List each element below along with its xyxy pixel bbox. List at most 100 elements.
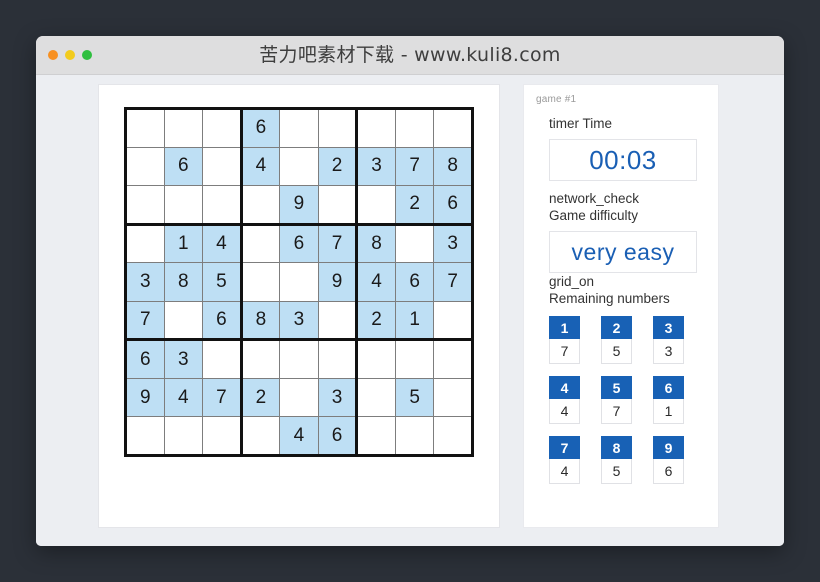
sudoku-cell-filled[interactable]: 7 — [433, 262, 473, 302]
sudoku-cell-filled[interactable]: 6 — [163, 146, 204, 187]
remaining-number-item[interactable]: 61 — [653, 376, 684, 424]
sudoku-cell-empty[interactable] — [163, 300, 204, 342]
sudoku-cell-empty[interactable] — [279, 262, 319, 302]
sudoku-cell-empty[interactable] — [240, 416, 281, 456]
sudoku-cell-filled[interactable]: 3 — [356, 146, 396, 187]
sudoku-cell-filled[interactable]: 3 — [163, 339, 204, 379]
sudoku-cell-empty[interactable] — [202, 339, 243, 379]
sudoku-cell-filled[interactable]: 4 — [279, 416, 319, 456]
sudoku-cell-filled[interactable]: 8 — [240, 300, 281, 342]
remaining-number-item[interactable]: 74 — [549, 436, 580, 484]
remaining-number-item[interactable]: 25 — [601, 316, 632, 364]
sudoku-cell-empty[interactable] — [356, 108, 396, 148]
sudoku-cell-filled[interactable]: 2 — [240, 377, 281, 418]
sudoku-cell-empty[interactable] — [240, 262, 281, 302]
sudoku-cell-empty[interactable] — [240, 339, 281, 379]
sudoku-cell-filled[interactable]: 6 — [202, 300, 243, 342]
sudoku-cell-filled[interactable]: 9 — [317, 262, 359, 302]
window-title: 苦力吧素材下载 - www.kuli8.com — [259, 44, 561, 66]
sudoku-cell-empty[interactable] — [202, 108, 243, 148]
sudoku-cell-empty[interactable] — [394, 108, 435, 148]
sudoku-cell-filled[interactable]: 7 — [317, 223, 359, 264]
sudoku-cell-filled[interactable]: 2 — [356, 300, 396, 342]
sudoku-cell-empty[interactable] — [202, 185, 243, 226]
sudoku-cell-filled[interactable]: 8 — [163, 262, 204, 302]
sudoku-cell-empty[interactable] — [163, 185, 204, 226]
sudoku-cell-empty[interactable] — [240, 223, 281, 264]
sudoku-cell-empty[interactable] — [356, 185, 396, 226]
sudoku-cell-empty[interactable] — [202, 416, 243, 456]
sudoku-cell-empty[interactable] — [317, 185, 359, 226]
remaining-numbers-grid: 172533445761748596 — [549, 316, 699, 484]
sudoku-cell-empty[interactable] — [125, 108, 165, 148]
remaining-number-digit: 9 — [653, 436, 684, 459]
sudoku-cell-filled[interactable]: 6 — [125, 339, 165, 379]
sudoku-cell-filled[interactable]: 3 — [125, 262, 165, 302]
sudoku-cell-empty[interactable] — [163, 416, 204, 456]
sudoku-cell-filled[interactable]: 3 — [279, 300, 319, 342]
sudoku-cell-empty[interactable] — [279, 377, 319, 418]
sudoku-cell-empty[interactable] — [356, 377, 396, 418]
remaining-number-digit: 6 — [653, 376, 684, 399]
sudoku-cell-filled[interactable]: 2 — [394, 185, 435, 226]
remaining-number-digit: 2 — [601, 316, 632, 339]
sudoku-row: 768321 — [125, 300, 473, 342]
sudoku-cell-filled[interactable]: 1 — [394, 300, 435, 342]
sudoku-grid[interactable]: 664237892614678338594677683216394723546 — [124, 107, 474, 457]
sudoku-cell-empty[interactable] — [433, 416, 473, 456]
remaining-number-item[interactable]: 96 — [653, 436, 684, 484]
sudoku-cell-filled[interactable]: 9 — [279, 185, 319, 226]
sudoku-cell-empty[interactable] — [394, 223, 435, 264]
remaining-number-item[interactable]: 57 — [601, 376, 632, 424]
sudoku-cell-filled[interactable]: 7 — [202, 377, 243, 418]
sudoku-cell-empty[interactable] — [279, 339, 319, 379]
sudoku-board-card: 664237892614678338594677683216394723546 — [98, 84, 500, 528]
sudoku-cell-empty[interactable] — [125, 416, 165, 456]
sudoku-cell-empty[interactable] — [125, 146, 165, 187]
sudoku-cell-filled[interactable]: 7 — [394, 146, 435, 187]
sudoku-cell-empty[interactable] — [163, 108, 204, 148]
sudoku-cell-empty[interactable] — [356, 339, 396, 379]
sudoku-cell-filled[interactable]: 8 — [356, 223, 396, 264]
sudoku-cell-empty[interactable] — [356, 416, 396, 456]
sudoku-cell-empty[interactable] — [279, 108, 319, 148]
sudoku-cell-filled[interactable]: 1 — [163, 223, 204, 264]
sudoku-cell-filled[interactable]: 6 — [433, 185, 473, 226]
timer-value: 00:03 — [549, 139, 697, 181]
sudoku-cell-empty[interactable] — [317, 108, 359, 148]
sudoku-cell-empty[interactable] — [202, 146, 243, 187]
sudoku-cell-filled[interactable]: 6 — [279, 223, 319, 264]
remaining-number-item[interactable]: 85 — [601, 436, 632, 484]
sudoku-cell-empty[interactable] — [240, 185, 281, 226]
sudoku-cell-filled[interactable]: 4 — [240, 146, 281, 187]
sudoku-cell-empty[interactable] — [433, 300, 473, 342]
sudoku-cell-filled[interactable]: 8 — [433, 146, 473, 187]
sudoku-cell-filled[interactable]: 7 — [125, 300, 165, 342]
sudoku-cell-empty[interactable] — [433, 377, 473, 418]
remaining-number-item[interactable]: 17 — [549, 316, 580, 364]
sudoku-cell-filled[interactable]: 3 — [317, 377, 359, 418]
sudoku-cell-empty[interactable] — [125, 185, 165, 226]
sudoku-cell-filled[interactable]: 4 — [202, 223, 243, 264]
sudoku-cell-filled[interactable]: 4 — [356, 262, 396, 302]
remaining-number-item[interactable]: 33 — [653, 316, 684, 364]
sudoku-cell-filled[interactable]: 6 — [240, 108, 281, 148]
sudoku-cell-empty[interactable] — [394, 339, 435, 379]
sudoku-cell-filled[interactable]: 9 — [125, 377, 165, 418]
sudoku-cell-filled[interactable]: 5 — [394, 377, 435, 418]
sudoku-cell-filled[interactable]: 2 — [317, 146, 359, 187]
sudoku-cell-empty[interactable] — [317, 339, 359, 379]
sudoku-cell-empty[interactable] — [433, 339, 473, 379]
sudoku-cell-empty[interactable] — [279, 146, 319, 187]
sudoku-cell-empty[interactable] — [394, 416, 435, 456]
sudoku-cell-empty[interactable] — [317, 300, 359, 342]
sudoku-cell-filled[interactable]: 3 — [433, 223, 473, 264]
timer-section: timer Time 00:03 — [549, 115, 699, 181]
remaining-number-item[interactable]: 44 — [549, 376, 580, 424]
sudoku-cell-empty[interactable] — [433, 108, 473, 148]
sudoku-cell-filled[interactable]: 4 — [163, 377, 204, 418]
sudoku-cell-filled[interactable]: 5 — [202, 262, 243, 302]
sudoku-cell-empty[interactable] — [125, 223, 165, 264]
sudoku-cell-filled[interactable]: 6 — [317, 416, 359, 456]
sudoku-cell-filled[interactable]: 6 — [394, 262, 435, 302]
